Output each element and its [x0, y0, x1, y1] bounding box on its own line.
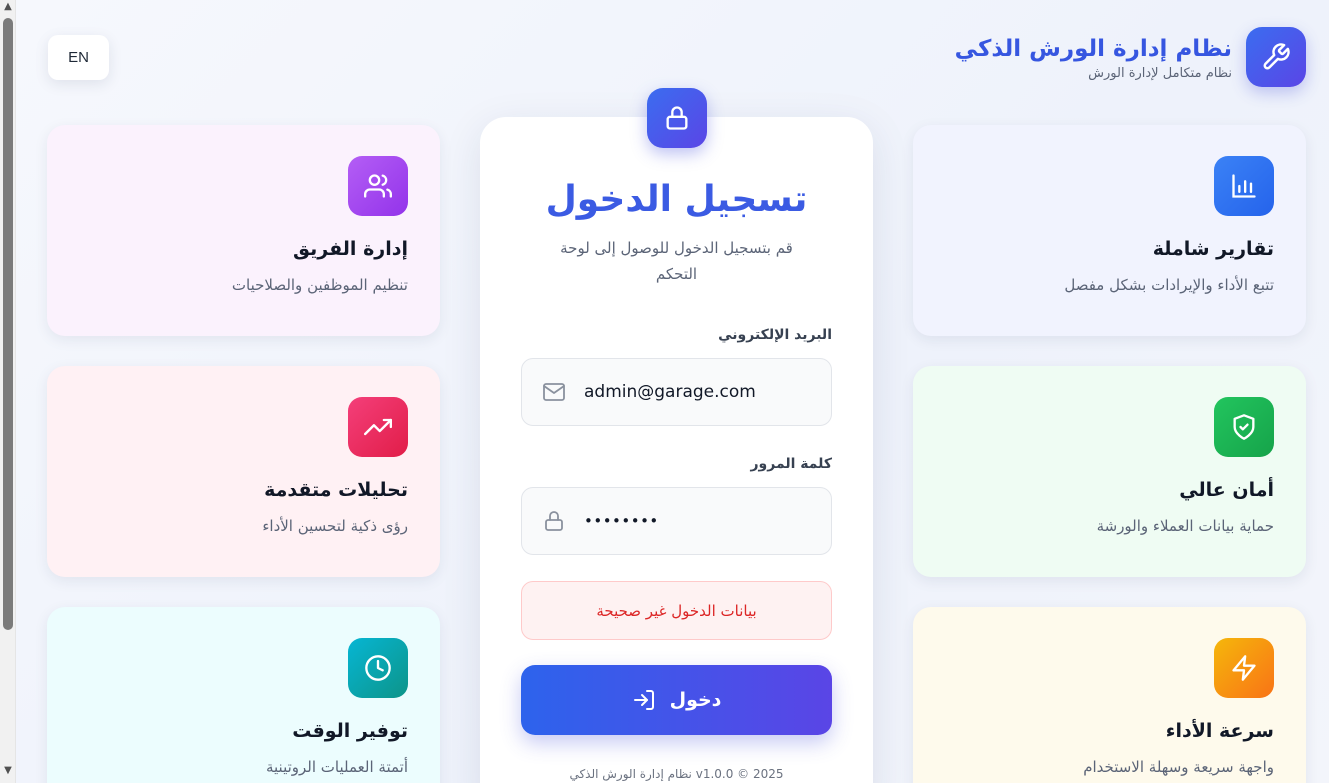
app-subtitle: نظام متكامل لإدارة الورش: [1088, 65, 1232, 81]
feature-card-security: أمان عالي حماية بيانات العملاء والورشة: [913, 366, 1306, 577]
trending-up-icon: [348, 397, 408, 457]
feature-description: حماية بيانات العملاء والورشة: [1096, 517, 1274, 535]
app-title: نظام إدارة الورش الذكي: [954, 35, 1232, 62]
feature-title: تقارير شاملة: [1152, 238, 1274, 260]
feature-card-team: إدارة الفريق تنظيم الموظفين والصلاحيات: [47, 125, 440, 336]
email-label: البريد الإلكتروني: [718, 327, 832, 343]
clock-icon: [348, 638, 408, 698]
brand-header: نظام إدارة الورش الذكي نظام متكامل لإدار…: [955, 27, 1306, 87]
feature-card-reports: تقارير شاملة تتبع الأداء والإيرادات بشكل…: [913, 125, 1306, 336]
footer-text: 2025 © v1.0.0 نظام إدارة الورش الذكي: [569, 767, 784, 781]
feature-description: واجهة سريعة وسهلة الاستخدام: [1083, 758, 1274, 776]
lock-icon: [542, 509, 566, 533]
feature-title: أمان عالي: [1179, 479, 1274, 501]
bar-chart-icon: [1214, 156, 1274, 216]
login-subtitle: قم بتسجيل الدخول للوصول إلى لوحة التحكم: [560, 239, 793, 283]
feature-description: تتبع الأداء والإيرادات بشكل مفصل: [1064, 276, 1274, 294]
scroll-down-arrow-icon[interactable]: ▼: [2, 766, 14, 776]
log-in-icon: [632, 688, 656, 712]
feature-title: تحليلات متقدمة: [264, 479, 408, 501]
password-value[interactable]: ••••••••: [584, 512, 659, 530]
feature-card-analytics: تحليلات متقدمة رؤى ذكية لتحسين الأداء: [47, 366, 440, 577]
scroll-thumb[interactable]: [3, 18, 13, 630]
feature-title: إدارة الفريق: [293, 238, 408, 260]
lightning-icon: [1214, 638, 1274, 698]
users-icon: [348, 156, 408, 216]
shield-check-icon: [1214, 397, 1274, 457]
password-field[interactable]: ••••••••: [521, 487, 832, 555]
login-submit-button[interactable]: دخول: [521, 665, 832, 735]
submit-label: دخول: [669, 689, 722, 711]
login-card: تسجيل الدخول قم بتسجيل الدخول للوصول إلى…: [480, 117, 873, 783]
feature-description: تنظيم الموظفين والصلاحيات: [231, 276, 408, 294]
language-toggle-button[interactable]: EN: [48, 35, 109, 80]
error-message: بيانات الدخول غير صحيحة: [521, 581, 832, 640]
feature-description: أتمتة العمليات الروتينية: [265, 758, 408, 776]
password-label: كلمة المرور: [750, 456, 832, 472]
mail-icon: [542, 380, 566, 404]
page-scrollbar[interactable]: ▲ ▼: [0, 0, 16, 783]
feature-title: توفير الوقت: [292, 720, 408, 742]
feature-card-speed: سرعة الأداء واجهة سريعة وسهلة الاستخدام: [913, 607, 1306, 783]
feature-description: رؤى ذكية لتحسين الأداء: [262, 517, 408, 535]
scroll-up-arrow-icon[interactable]: ▲: [2, 2, 14, 12]
feature-title: سرعة الأداء: [1165, 720, 1274, 742]
email-field[interactable]: admin@garage.com: [521, 358, 832, 426]
wrench-icon: [1246, 27, 1306, 87]
login-title: تسجيل الدخول: [545, 179, 808, 220]
lock-icon: [647, 88, 707, 148]
email-value[interactable]: admin@garage.com: [584, 382, 756, 402]
feature-card-time: توفير الوقت أتمتة العمليات الروتينية: [47, 607, 440, 783]
